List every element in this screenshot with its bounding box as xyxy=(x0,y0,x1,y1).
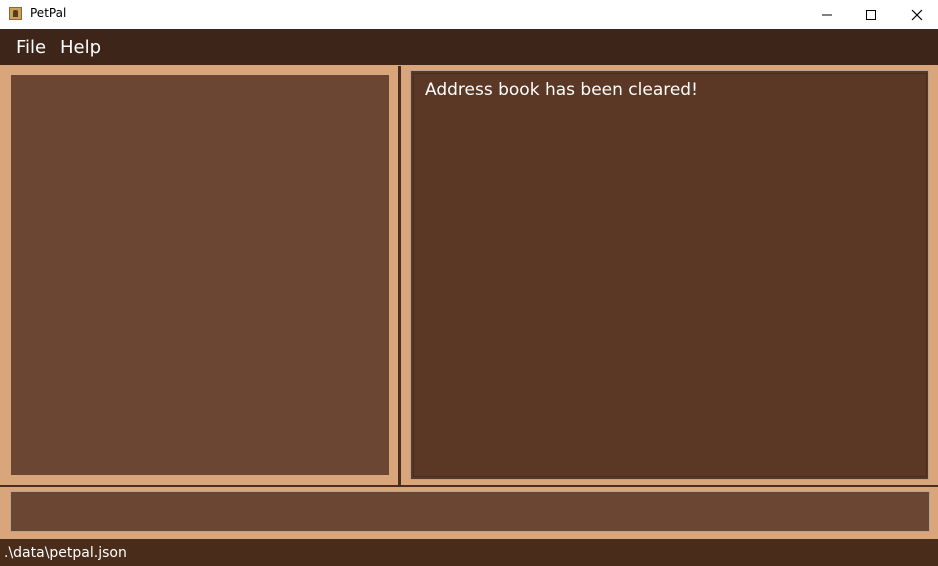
person-list[interactable] xyxy=(11,75,389,475)
save-location-path: .\data\petpal.json xyxy=(4,545,127,561)
status-bar: .\data\petpal.json xyxy=(0,539,938,566)
minimize-icon xyxy=(822,14,832,15)
result-message: Address book has been cleared! xyxy=(425,80,698,100)
title-bar[interactable]: PetPal xyxy=(0,0,938,29)
address-book-icon xyxy=(9,7,22,20)
close-icon xyxy=(911,9,923,20)
maximize-button[interactable] xyxy=(848,0,894,29)
minimize-button[interactable] xyxy=(804,0,850,29)
maximize-icon xyxy=(866,9,876,20)
command-input[interactable] xyxy=(10,491,930,532)
horizontal-divider xyxy=(0,485,938,487)
window-title: PetPal xyxy=(30,6,67,20)
menu-file[interactable]: File xyxy=(16,37,46,58)
split-pane-divider[interactable] xyxy=(398,66,401,486)
result-display[interactable] xyxy=(413,73,927,477)
menu-bar: File Help xyxy=(0,29,938,65)
app-window: PetPal File Help Address book has been c… xyxy=(0,0,938,566)
menu-help[interactable]: Help xyxy=(60,37,101,58)
close-button[interactable] xyxy=(894,0,938,29)
